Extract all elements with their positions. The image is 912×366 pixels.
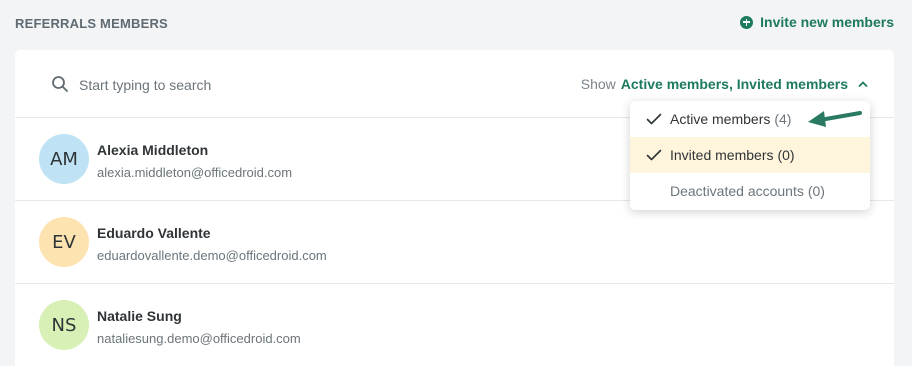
member-name: Alexia Middleton xyxy=(97,142,209,158)
member-email: eduardovallente.demo@officedroid.com xyxy=(97,248,327,263)
dropdown-item-count: (4) xyxy=(774,111,792,127)
avatar: EV xyxy=(39,217,89,267)
member-row[interactable]: NS Natalie Sung nataliesung.demo@officed… xyxy=(15,284,894,366)
dropdown-item-label: Invited members xyxy=(670,147,774,163)
section-title: REFERRALS MEMBERS xyxy=(15,16,168,31)
dropdown-item-count: (0) xyxy=(777,147,795,163)
invite-new-members-button[interactable]: Invite new members xyxy=(740,14,894,30)
member-name: Eduardo Vallente xyxy=(97,225,211,241)
check-icon xyxy=(646,149,662,161)
pointer-arrow-icon xyxy=(808,111,862,127)
member-name: Natalie Sung xyxy=(97,308,182,324)
check-icon xyxy=(646,113,662,125)
dropdown-item-label: Deactivated accounts xyxy=(670,183,804,199)
avatar: AM xyxy=(39,134,89,184)
dropdown-item-deactivated-accounts[interactable]: Deactivated accounts (0) xyxy=(630,173,870,209)
dropdown-item-label: Active members xyxy=(670,111,771,127)
dropdown-item-invited-members[interactable]: Invited members (0) xyxy=(630,137,870,173)
dropdown-item-count: (0) xyxy=(807,183,825,199)
member-email: nataliesung.demo@officedroid.com xyxy=(97,331,301,346)
search-input[interactable] xyxy=(79,74,419,96)
show-filter-toggle[interactable]: Show Active members, Invited members xyxy=(581,76,868,92)
search-icon xyxy=(52,76,68,92)
invite-label: Invite new members xyxy=(760,14,894,30)
chevron-up-icon xyxy=(858,81,868,87)
plus-circle-icon xyxy=(740,15,754,29)
member-email: alexia.middleton@officedroid.com xyxy=(97,165,293,180)
avatar: NS xyxy=(39,300,89,350)
show-value: Active members, Invited members xyxy=(620,76,848,92)
show-label: Show xyxy=(580,76,616,92)
member-row[interactable]: EV Eduardo Vallente eduardovallente.demo… xyxy=(15,201,894,284)
